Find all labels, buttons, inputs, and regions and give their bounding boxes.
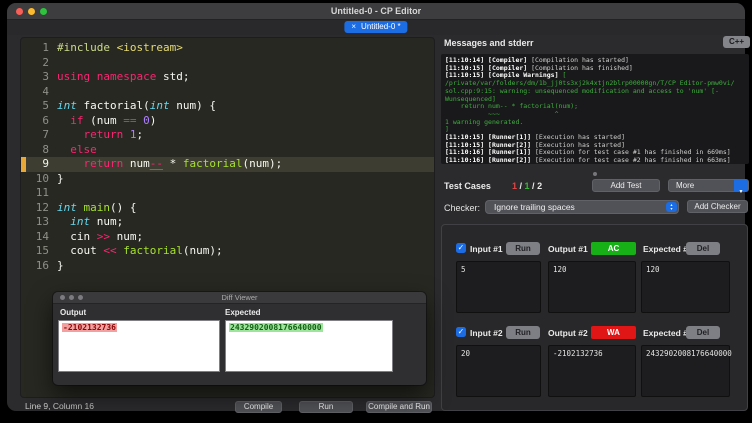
diff-viewer-title: Diff Viewer	[221, 293, 258, 302]
diff-viewer-window: Diff Viewer Output Expected -2102132736 …	[53, 292, 426, 385]
compile-button[interactable]: Compile	[235, 401, 282, 413]
titlebar: Untitled-0 - CP Editor	[7, 3, 745, 20]
code-line[interactable]: 16}	[21, 259, 434, 274]
active-line-marker-icon	[21, 157, 26, 172]
testcase-1-checkbox[interactable]: ✓	[456, 243, 466, 253]
chevron-down-icon: ▼	[734, 180, 748, 195]
expected-2-textarea[interactable]: 2432902008176640000	[641, 345, 732, 397]
diff-expected-value: 2432902008176640000	[229, 323, 323, 332]
total-count: 2	[537, 181, 543, 191]
verdict-badge-2: WA	[591, 326, 636, 339]
run-button[interactable]: Run	[299, 401, 353, 413]
delete-testcase-1-button[interactable]: Del	[686, 242, 720, 255]
line-number: 7	[42, 128, 49, 141]
code-line[interactable]: 5 int factorial(int num) {	[21, 99, 434, 114]
diff-output-value: -2102132736	[62, 323, 117, 332]
run-testcase-1-button[interactable]: Run	[506, 242, 540, 255]
code-line[interactable]: 12 int main() {	[21, 201, 434, 216]
code-line[interactable]: 8 else	[21, 143, 434, 158]
more-dropdown-label: More	[676, 181, 695, 190]
stepper-icon: ▲ ▼	[666, 202, 677, 212]
compile-and-run-button[interactable]: Compile and Run	[366, 401, 432, 413]
code-line[interactable]: 6 if (num == 0)	[21, 114, 434, 129]
code-line[interactable]: 1 #include <iostream>	[21, 41, 434, 56]
code-line[interactable]: 10}	[21, 172, 434, 187]
line-number: 12	[35, 200, 49, 214]
code-line[interactable]: 11	[21, 186, 434, 201]
line-number: 2	[42, 55, 49, 69]
input-2-textarea[interactable]: 20	[456, 345, 541, 397]
line-number: 14	[35, 229, 49, 243]
splitter-handle[interactable]	[593, 172, 597, 176]
run-testcase-2-button[interactable]: Run	[506, 326, 540, 339]
line-number: 15	[35, 244, 49, 257]
diff-expected-pane: 2432902008176640000	[225, 320, 393, 372]
tab-close-icon[interactable]: ×	[351, 22, 356, 31]
more-dropdown[interactable]: More ▼	[668, 179, 749, 195]
testcases-title: Test Cases	[444, 181, 491, 191]
line-number: 4	[42, 84, 49, 98]
log-line: sol.cpp:9:15: warning: unsequenced modif…	[445, 86, 719, 103]
diff-output-pane: -2102132736	[58, 320, 220, 372]
tab-untitled-0[interactable]: × Untitled-0 *	[344, 21, 408, 33]
delete-testcase-2-button[interactable]: Del	[686, 326, 720, 339]
cursor-position: Line 9, Column 16	[25, 401, 94, 411]
code-line[interactable]: 13 int num;	[21, 215, 434, 230]
add-test-button[interactable]: Add Test	[592, 179, 660, 192]
add-checker-button[interactable]: Add Checker	[687, 200, 748, 213]
line-number: 1	[42, 41, 49, 54]
line-number: 9	[42, 157, 49, 170]
checker-dropdown[interactable]: Ignore trailing spaces ▲ ▼	[485, 200, 679, 214]
checker-selected-value: Ignore trailing spaces	[494, 202, 575, 212]
testcase-counts: 1 / 1 / 2	[512, 181, 543, 191]
tab-bar: × Untitled-0 *	[7, 20, 745, 35]
input-1-textarea[interactable]: 5	[456, 261, 541, 313]
input-2-label: Input #2	[470, 328, 503, 338]
log-line: 1 warning generated.	[445, 117, 524, 126]
output-1-textarea[interactable]: 120	[548, 261, 636, 313]
code-line[interactable]: 2	[21, 56, 434, 71]
code-line[interactable]: 15 cout << factorial (num);	[21, 244, 434, 259]
testcase-2-checkbox[interactable]: ✓	[456, 327, 466, 337]
code-line[interactable]: 4	[21, 85, 434, 100]
output-2-textarea[interactable]: -2102132736	[548, 345, 636, 397]
line-number: 8	[42, 142, 49, 156]
line-number: 6	[42, 113, 49, 127]
output-2-label: Output #2	[548, 328, 588, 338]
diff-output-label: Output	[60, 308, 87, 317]
message-console: [11:10:14] [Compiler] [Compilation has s…	[441, 54, 749, 164]
diff-viewer-titlebar: Diff Viewer	[53, 292, 426, 304]
code-line[interactable]: 7 return 1;	[21, 128, 434, 143]
verdict-badge-1: AC	[591, 242, 636, 255]
code-line[interactable]: 9 return num -- * factorial (num);	[21, 157, 434, 172]
expected-1-textarea[interactable]: 120	[641, 261, 730, 313]
line-number: 10	[35, 171, 49, 185]
line-number: 3	[42, 70, 49, 83]
diff-expected-label: Expected	[225, 308, 261, 317]
testcases-container: ✓ Input #1 Run Output #1 AC Expected #1 …	[441, 224, 748, 411]
line-number: 16	[35, 258, 49, 272]
output-1-label: Output #1	[548, 244, 588, 254]
line-number: 11	[35, 186, 49, 199]
log-line: [11:10:16] [Runner[2]] [Execution for te…	[445, 156, 731, 164]
language-button[interactable]: C++	[723, 36, 750, 48]
tab-label: Untitled-0 *	[361, 22, 401, 31]
code-line[interactable]: 14 cin >> num;	[21, 230, 434, 245]
input-1-label: Input #1	[470, 244, 503, 254]
window-title: Untitled-0 - CP Editor	[330, 6, 422, 16]
line-number: 5	[42, 99, 49, 112]
line-number: 13	[35, 215, 49, 228]
code-line[interactable]: 3 using namespace std;	[21, 70, 434, 85]
messages-panel-title: Messages and stderr	[444, 38, 534, 48]
checker-label: Checker:	[444, 203, 481, 213]
